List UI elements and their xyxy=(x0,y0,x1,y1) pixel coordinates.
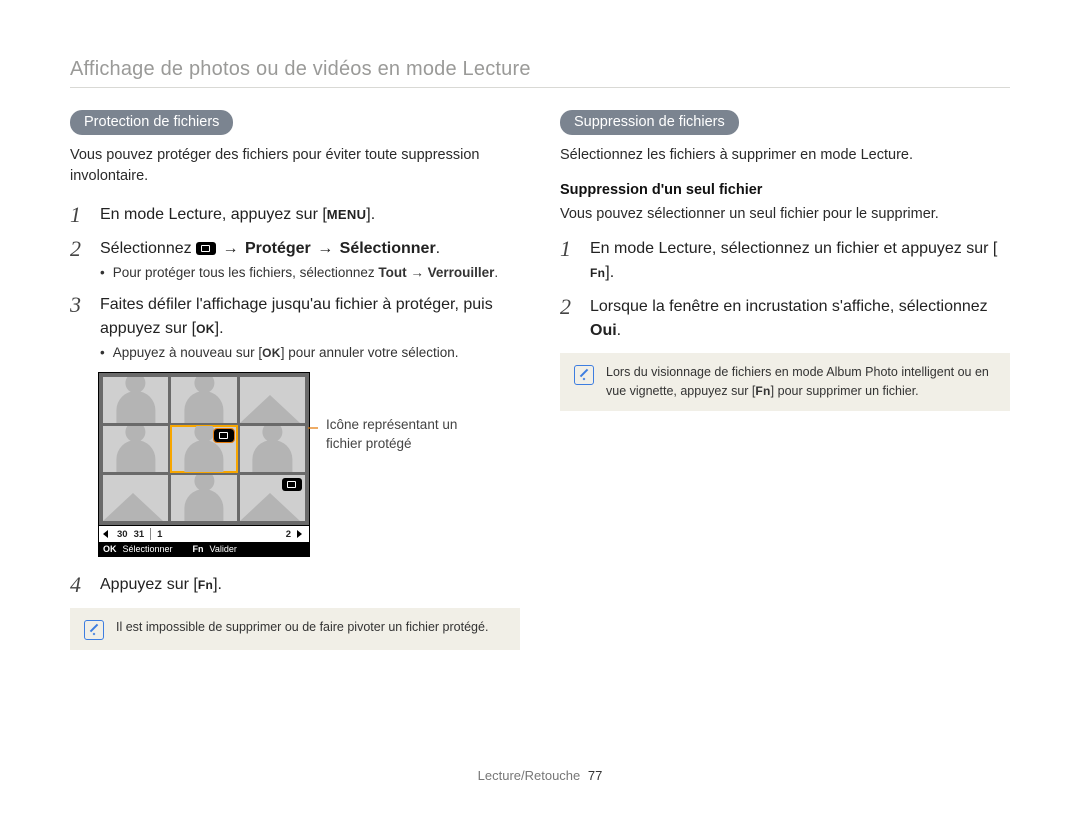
step-number: 4 xyxy=(70,573,88,597)
date-2: 2 xyxy=(286,529,291,540)
lock-icon xyxy=(282,478,302,491)
subintro-single-delete: Vous pouvez sélectionner un seul fichier… xyxy=(560,204,1010,225)
r-step2-text-b: . xyxy=(617,322,621,339)
note-text-right: Lors du visionnage de fichiers en mode A… xyxy=(606,363,996,401)
step-number: 1 xyxy=(560,237,578,285)
step1-text-b: ]. xyxy=(366,206,375,223)
ok-key: OK xyxy=(196,320,215,338)
header-rule xyxy=(70,87,1010,88)
bar-ok-key: OK xyxy=(103,544,117,554)
step2-text-a: Sélectionnez xyxy=(100,240,196,257)
callout-label: Icône représentant un fichier protégé xyxy=(326,416,496,454)
step-number: 2 xyxy=(560,295,578,343)
thumbnail xyxy=(240,377,305,423)
note-icon xyxy=(574,365,594,385)
suppression-intro: Sélectionnez les fichiers à supprimer en… xyxy=(560,145,1010,166)
menu-key: MENU xyxy=(327,205,366,225)
step2-text-d: . xyxy=(436,240,440,257)
step1-text-a: En mode Lecture, appuyez sur [ xyxy=(100,206,327,223)
date-30: 30 xyxy=(117,529,128,540)
step2-proteger: Protéger xyxy=(245,240,311,257)
step2-bullet-a: Pour protéger tous les fichiers, sélecti… xyxy=(113,265,379,280)
bar-fn-label: Valider xyxy=(210,544,237,554)
action-bar: OK Sélectionner Fn Valider xyxy=(99,542,309,556)
camera-screen: 30 31 1 2 OK Sélectionner Fn xyxy=(98,372,310,557)
fn-key: Fn xyxy=(198,576,213,594)
bar-fn-key: Fn xyxy=(193,544,204,554)
callout-connector: Icône représentant un fichier protégé xyxy=(326,372,496,454)
suppression-step-1: 1 En mode Lecture, sélectionnez un fichi… xyxy=(560,237,1010,285)
thumbnail xyxy=(103,475,168,521)
step-number: 3 xyxy=(70,293,88,363)
chevron-left-icon xyxy=(103,530,111,538)
thumbnail xyxy=(103,377,168,423)
protection-step-1: 1 En mode Lecture, appuyez sur [MENU]. xyxy=(70,203,520,227)
section-title-protection: Protection de fichiers xyxy=(70,110,233,135)
r-step1-text-a: En mode Lecture, sélectionnez un fichier… xyxy=(590,240,997,257)
section-title-suppression: Suppression de fichiers xyxy=(560,110,739,135)
thumbnail xyxy=(171,377,236,423)
thumbnail-selected xyxy=(171,426,236,472)
note-text-left: Il est impossible de supprimer ou de fai… xyxy=(116,618,488,637)
footer-page-number: 77 xyxy=(588,768,602,783)
step-number: 1 xyxy=(70,203,88,227)
r-step2-oui: Oui xyxy=(590,322,617,339)
folder-settings-icon xyxy=(196,242,216,255)
fn-key: Fn xyxy=(590,264,605,282)
step3-text-b: ]. xyxy=(215,320,224,337)
suppression-step-2: 2 Lorsque la fenêtre en incrustation s'a… xyxy=(560,295,1010,343)
step2-bullet-tail: . xyxy=(494,265,498,280)
thumbnail xyxy=(103,426,168,472)
r-step2-text-a: Lorsque la fenêtre en incrustation s'aff… xyxy=(590,298,988,315)
step-number: 2 xyxy=(70,237,88,283)
thumbnail xyxy=(240,475,305,521)
subheading-single-delete: Suppression d'un seul fichier xyxy=(560,182,1010,198)
r-step1-text-b: ]. xyxy=(605,264,614,281)
thumbnail xyxy=(240,426,305,472)
protection-step-3: 3 Faites défiler l'affichage jusqu'au fi… xyxy=(70,293,520,363)
page-breadcrumb: Affichage de photos ou de vidéos en mode… xyxy=(70,58,1010,81)
footer-section: Lecture/Retouche xyxy=(478,768,581,783)
note-box-left: Il est impossible de supprimer ou de fai… xyxy=(70,608,520,650)
chevron-right-icon xyxy=(297,530,305,538)
protection-intro: Vous pouvez protéger des fichiers pour é… xyxy=(70,145,520,187)
divider xyxy=(150,528,151,540)
note-icon xyxy=(84,620,104,640)
protection-step-4: 4 Appuyez sur [Fn]. xyxy=(70,573,520,597)
lock-icon xyxy=(214,429,234,442)
step3-bullet-a: Appuyez à nouveau sur [ xyxy=(113,345,262,360)
protection-step-2: 2 Sélectionnez → Protéger → Sélectionner… xyxy=(70,237,520,283)
step4-text-b: ]. xyxy=(213,576,222,593)
step4-text-a: Appuyez sur [ xyxy=(100,576,198,593)
screen-illustration: 30 31 1 2 OK Sélectionner Fn xyxy=(98,372,520,557)
page-footer: Lecture/Retouche 77 xyxy=(0,768,1080,783)
ok-key-2: OK xyxy=(262,345,281,362)
step2-bullet-tout: Tout xyxy=(378,265,406,280)
arrow-2: → xyxy=(311,240,340,257)
fn-key: Fn xyxy=(755,382,770,400)
step2-selectionner: Sélectionner xyxy=(340,240,436,257)
bar-ok-label: Sélectionner xyxy=(123,544,173,554)
thumbnail xyxy=(171,475,236,521)
arrow-1: → xyxy=(216,240,245,257)
step3-text-a: Faites défiler l'affichage jusqu'au fich… xyxy=(100,296,493,337)
date-31: 31 xyxy=(134,529,145,540)
note-box-right: Lors du visionnage de fichiers en mode A… xyxy=(560,353,1010,411)
r-note-b: ] pour supprimer un fichier. xyxy=(771,384,919,398)
step2-bullet-verrouiller: Verrouiller xyxy=(428,265,495,280)
date-bar: 30 31 1 2 xyxy=(99,525,309,542)
step3-bullet-b: ] pour annuler votre sélection. xyxy=(281,345,459,360)
date-1: 1 xyxy=(157,529,162,540)
step2-bullet-arrow: → xyxy=(407,265,428,280)
